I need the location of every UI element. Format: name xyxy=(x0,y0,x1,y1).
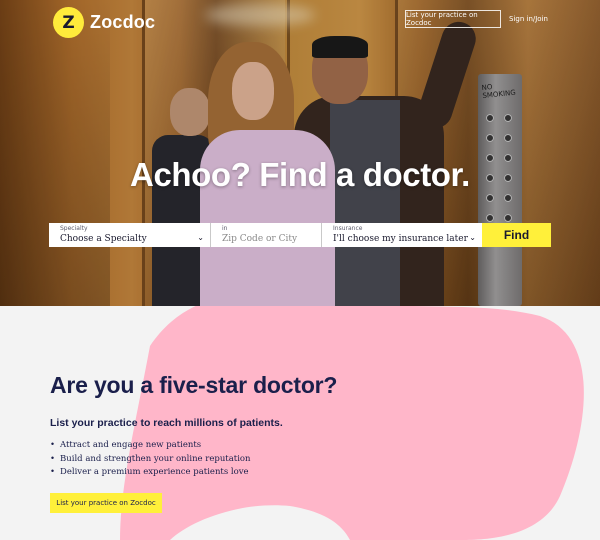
provider-section: Are you a five-star doctor? List your pr… xyxy=(0,306,600,540)
provider-benefits-list: Attract and engage new patients Build an… xyxy=(50,439,251,480)
specialty-select[interactable]: Specialty Choose a Specialty ⌄ xyxy=(49,223,211,247)
hero-overlay xyxy=(0,0,600,306)
zocdoc-wordmark: Zocdoc xyxy=(90,12,156,32)
doctor-search-bar: Specialty Choose a Specialty ⌄ in Zip Co… xyxy=(49,223,551,247)
insurance-value: I'll choose my insurance later xyxy=(333,234,468,244)
zocdoc-logo[interactable]: Z Zocdoc xyxy=(53,7,155,38)
list-practice-cta-button[interactable]: List your practice on Zocdoc xyxy=(50,493,162,513)
specialty-value: Choose a Specialty xyxy=(60,234,147,244)
list-item: Build and strengthen your online reputat… xyxy=(50,453,250,467)
list-practice-nav-button[interactable]: List your practice on Zocdoc xyxy=(405,10,501,28)
location-input[interactable]: in Zip Code or City xyxy=(211,223,322,247)
chevron-down-icon: ⌄ xyxy=(469,233,476,242)
location-label: in xyxy=(222,225,228,232)
location-placeholder: Zip Code or City xyxy=(222,234,298,244)
hero-banner: NO SMOKING xyxy=(0,0,600,306)
provider-title: Are you a five-star doctor? xyxy=(50,372,338,398)
list-item: Deliver a premium experience patients lo… xyxy=(50,466,251,480)
find-button[interactable]: Find xyxy=(482,223,551,247)
zocdoc-logo-icon: Z xyxy=(53,7,84,38)
insurance-label: Insurance xyxy=(333,225,363,232)
chevron-down-icon: ⌄ xyxy=(197,233,204,242)
list-item: Attract and engage new patients xyxy=(50,439,251,453)
provider-subtitle: List your practice to reach millions of … xyxy=(50,417,283,429)
specialty-label: Specialty xyxy=(60,225,88,232)
sign-in-join-link[interactable]: Sign in/Join xyxy=(509,10,548,28)
insurance-select[interactable]: Insurance I'll choose my insurance later… xyxy=(322,223,482,247)
hero-headline: Achoo? Find a doctor. xyxy=(130,156,470,193)
